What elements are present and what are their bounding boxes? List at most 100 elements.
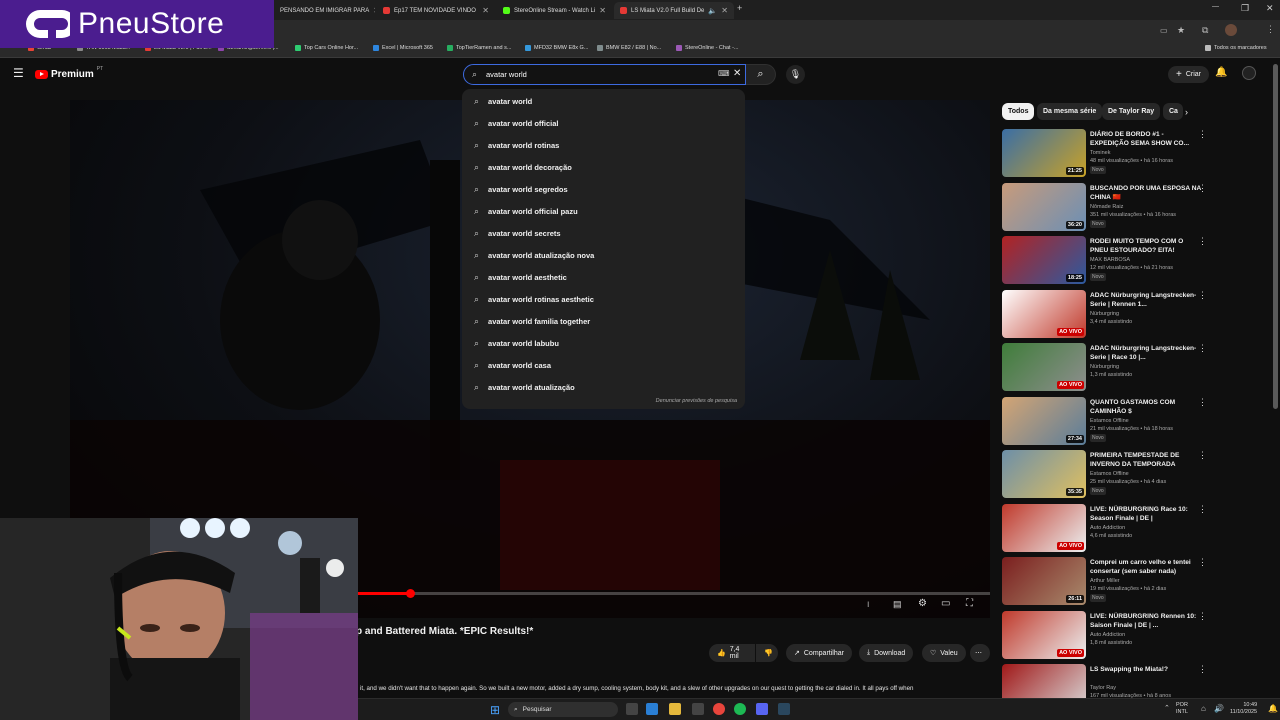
browser-tab[interactable]: PENSANDO EM IMIGRAR PARA✕ xyxy=(270,2,375,19)
task-view-icon[interactable] xyxy=(626,703,638,715)
settings-gear-icon[interactable]: ⚙ xyxy=(918,598,927,609)
search-suggestion-item[interactable]: ⌕ avatar world familia together xyxy=(462,310,745,332)
profile-avatar[interactable] xyxy=(1225,24,1237,36)
page-scrollbar[interactable] xyxy=(1273,64,1278,409)
video-thumbnail[interactable]: AO VIVO xyxy=(1002,343,1086,391)
search-suggestion-item[interactable]: ⌕ avatar world labubu xyxy=(462,332,745,354)
video-thumbnail[interactable]: AO VIVO xyxy=(1002,289,1086,338)
keyboard-icon[interactable]: ⌨ xyxy=(718,69,730,78)
video-menu-icon[interactable]: ⋮ xyxy=(1198,129,1207,140)
video-thumbnail[interactable]: 21:25 xyxy=(1002,129,1086,177)
bookmark-item[interactable]: Todos os marcadores xyxy=(1205,45,1267,51)
video-menu-icon[interactable]: ⋮ xyxy=(1198,290,1207,301)
browser-tab-active[interactable]: LS Miata V2.0 Full Build De 🔈 ✕ xyxy=(614,2,734,19)
notifications-bell-icon[interactable]: 🔔 xyxy=(1215,67,1227,78)
new-tab-button[interactable]: + xyxy=(737,3,742,13)
store-icon[interactable] xyxy=(692,703,704,715)
taskbar-search[interactable]: ⌕ Pesquisar xyxy=(508,702,618,717)
hamburger-menu-icon[interactable]: ☰ xyxy=(13,66,24,80)
search-box[interactable]: ⌕ ⌨ ✕ xyxy=(463,64,746,85)
search-suggestion-item[interactable]: ⌕ avatar world segredos xyxy=(462,178,745,200)
video-thumbnail[interactable]: AO VIVO xyxy=(1002,503,1086,552)
search-suggestion-item[interactable]: ⌕ avatar world rotinas aesthetic xyxy=(462,288,745,310)
search-suggestion-item[interactable]: ⌕ avatar world atualização nova xyxy=(462,244,745,266)
recommended-video[interactable]: 35:35 PRIMEIRA TEMPESTADE DE INVERNO DA T… xyxy=(1002,450,1272,500)
tab-close-icon[interactable]: ✕ xyxy=(373,6,375,15)
youtube-logo[interactable]: Premium PT xyxy=(35,66,103,80)
subtitles-icon[interactable]: ▤ xyxy=(893,599,902,610)
fullscreen-icon[interactable]: ⛶ xyxy=(966,598,973,609)
video-menu-icon[interactable]: ⋮ xyxy=(1198,183,1207,194)
video-thumbnail[interactable]: 36:20 xyxy=(1002,182,1086,231)
video-menu-icon[interactable]: ⋮ xyxy=(1198,611,1207,622)
search-button[interactable]: ⌕ xyxy=(746,64,776,85)
search-suggestion-item[interactable]: ⌕ avatar world official xyxy=(462,112,745,134)
network-icon[interactable]: ⌂ xyxy=(1201,704,1206,713)
video-menu-icon[interactable]: ⋮ xyxy=(1198,236,1207,247)
bookmark-item[interactable]: TopTierRamen and s... xyxy=(447,45,511,51)
tab-close-icon[interactable]: ✕ xyxy=(599,6,606,15)
close-window-icon[interactable]: ✕ xyxy=(1266,3,1274,14)
search-suggestion-item[interactable]: ⌕ avatar world secrets xyxy=(462,222,745,244)
video-thumbnail[interactable]: 18:25 xyxy=(1002,236,1086,284)
filter-chip[interactable]: Ca xyxy=(1163,103,1183,120)
more-actions-button[interactable]: ⋯ xyxy=(970,644,990,662)
file-explorer-icon[interactable] xyxy=(669,703,681,715)
cast-icon[interactable]: ▭ xyxy=(1160,26,1168,35)
thanks-button[interactable]: ♡ Valeu xyxy=(922,644,966,662)
windows-start-icon[interactable]: ⊞ xyxy=(490,703,500,717)
bookmark-item[interactable]: StereOnline - Chat -... xyxy=(676,45,739,51)
search-suggestion-item[interactable]: ⌕ avatar world decoração xyxy=(462,156,745,178)
search-suggestion-item[interactable]: ⌕ avatar world official pazu xyxy=(462,200,745,222)
video-thumbnail[interactable]: 27:34 xyxy=(1002,396,1086,445)
autoplay-toggle-icon[interactable]: ⏽ xyxy=(865,600,871,610)
like-button[interactable]: 👍 7,4 mil xyxy=(709,644,755,662)
video-menu-icon[interactable]: ⋮ xyxy=(1198,450,1207,461)
report-predictions-link[interactable]: Denunciar previsões de pesquisa xyxy=(656,398,737,404)
recommended-video[interactable]: 26:11 Comprei um carro velho e tentei con… xyxy=(1002,557,1272,607)
dislike-button[interactable]: 👎 xyxy=(756,644,778,662)
video-menu-icon[interactable]: ⋮ xyxy=(1198,557,1207,568)
steam-icon[interactable] xyxy=(778,703,790,715)
clock[interactable]: 10:49 11/10/2025 xyxy=(1230,702,1257,716)
search-suggestion-item[interactable]: ⌕ avatar world xyxy=(462,90,745,112)
video-thumbnail[interactable]: 35:35 xyxy=(1002,450,1086,498)
tab-close-icon[interactable]: ✕ xyxy=(482,6,489,15)
download-button[interactable]: ⤓ Download xyxy=(859,644,914,662)
bookmark-star-icon[interactable]: ★ xyxy=(1177,25,1185,36)
language-indicator[interactable]: POR INTL xyxy=(1176,702,1188,716)
bookmark-item[interactable]: Top Cars Online Hor... xyxy=(295,45,358,51)
clear-search-icon[interactable]: ✕ xyxy=(733,68,741,79)
recommended-video[interactable]: AO VIVO LIVE: NÜRBURGRING Race 10: Season… xyxy=(1002,503,1272,554)
browser-tab[interactable]: StereOnline Stream - Watch Li ✕ xyxy=(497,2,612,19)
video-menu-icon[interactable]: ⋮ xyxy=(1198,664,1207,675)
bookmark-item[interactable]: MFD32 BMW E8x G... xyxy=(525,45,588,51)
audio-icon[interactable]: 🔈 xyxy=(708,7,717,15)
tab-close-icon[interactable]: ✕ xyxy=(721,6,728,15)
voice-search-button[interactable]: 🎙 xyxy=(786,65,805,84)
search-suggestion-item[interactable]: ⌕ avatar world aesthetic xyxy=(462,266,745,288)
extensions-icon[interactable]: ⧉ xyxy=(1202,25,1208,36)
recommended-video[interactable]: 21:25 DIÁRIO DE BORDO #1 - EXPEDIÇÃO SEMA… xyxy=(1002,129,1272,179)
browser-tab[interactable]: Ep17 TEM NOVIDADE VINDO ✕ xyxy=(377,2,495,19)
video-description[interactable]: it, and we didn't want that to happen ag… xyxy=(360,685,988,692)
recommended-video[interactable]: 18:25 RODEI MUITO TEMPO COM O PNEU ESTOUR… xyxy=(1002,236,1272,286)
video-menu-icon[interactable]: ⋮ xyxy=(1198,504,1207,515)
theater-mode-icon[interactable]: ▭ xyxy=(941,598,950,609)
recommended-video[interactable]: 36:20 BUSCANDO POR UMA ESPOSA NA CHINA 🇨🇳… xyxy=(1002,182,1272,233)
recommended-video[interactable]: AO VIVO ADAC Nürburgring Langstrecken-Ser… xyxy=(1002,289,1272,340)
discord-icon[interactable] xyxy=(756,703,768,715)
tray-chevron-icon[interactable]: ⌃ xyxy=(1164,704,1170,712)
filter-chip[interactable]: Da mesma série xyxy=(1037,103,1103,120)
filter-chip[interactable]: Todos xyxy=(1002,103,1035,120)
account-avatar[interactable] xyxy=(1242,66,1256,80)
spotify-icon[interactable] xyxy=(734,703,746,715)
video-menu-icon[interactable]: ⋮ xyxy=(1198,397,1207,408)
bookmark-item[interactable]: BMW E82 / E88 | No... xyxy=(597,45,661,51)
chrome-menu-icon[interactable]: ⋮ xyxy=(1266,24,1275,35)
search-input[interactable] xyxy=(486,67,696,82)
create-button[interactable]: + Criar xyxy=(1168,66,1210,83)
video-menu-icon[interactable]: ⋮ xyxy=(1198,343,1207,354)
search-suggestion-item[interactable]: ⌕ avatar world rotinas xyxy=(462,134,745,156)
recommended-video[interactable]: AO VIVO LIVE: NÜRBURGRING Rennen 10: Sais… xyxy=(1002,610,1272,661)
